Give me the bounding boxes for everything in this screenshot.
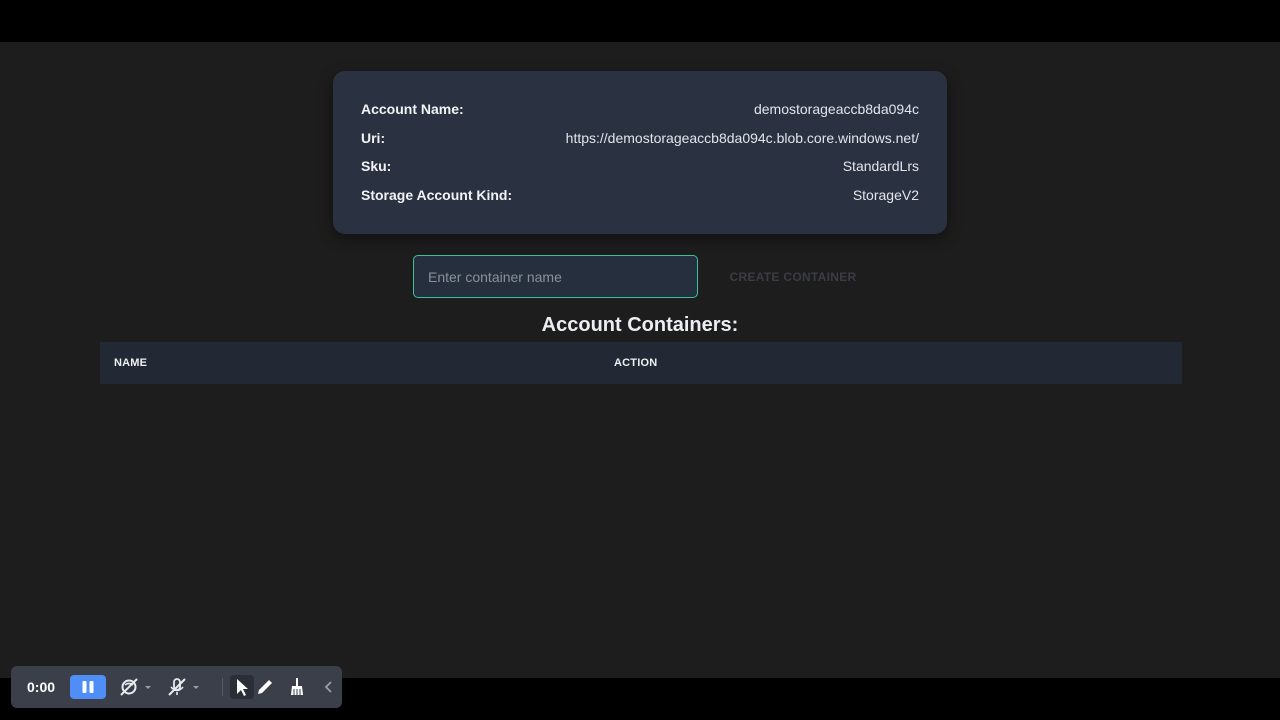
- account-name-label: Account Name:: [361, 101, 464, 118]
- collapse-toolbar-button[interactable]: [319, 675, 339, 699]
- microphone-toggle-button[interactable]: [165, 675, 203, 699]
- recording-toolbar: 0:00: [11, 666, 342, 708]
- create-container-form: CREATE CONTAINER: [413, 255, 873, 298]
- containers-title: Account Containers:: [541, 314, 739, 336]
- container-name-input[interactable]: [413, 255, 698, 298]
- pen-icon: [258, 680, 272, 694]
- sku-label: Sku:: [361, 158, 392, 175]
- column-header-name: NAME: [114, 357, 148, 369]
- account-kind-row: Storage Account Kind: StorageV2: [361, 181, 919, 210]
- sku-row: Sku: StandardLrs: [361, 152, 919, 181]
- account-info-card: Account Name: demostorageaccb8da094c Uri…: [333, 71, 947, 234]
- sku-value: StandardLrs: [842, 158, 919, 175]
- chevron-left-icon: [324, 681, 332, 693]
- containers-table: NAME ACTION: [100, 342, 1182, 384]
- pen-tool-button[interactable]: [253, 675, 277, 699]
- account-kind-label: Storage Account Kind:: [361, 186, 513, 203]
- recording-timer: 0:00: [27, 679, 56, 695]
- uri-row: Uri: https://demostorageaccb8da094c.blob…: [361, 124, 919, 153]
- broom-icon: [291, 678, 303, 695]
- mic-off-icon: [168, 678, 199, 696]
- uri-value: https://demostorageaccb8da094c.blob.core…: [565, 129, 919, 146]
- account-kind-value: StorageV2: [852, 186, 919, 203]
- pointer-tool-button[interactable]: [230, 675, 254, 699]
- camera-off-icon: [120, 678, 151, 696]
- app-viewport: Account Name: demostorageaccb8da094c Uri…: [0, 42, 1280, 708]
- uri-label: Uri:: [361, 129, 386, 146]
- column-header-action: ACTION: [614, 357, 658, 369]
- toolbar-divider: [222, 678, 223, 696]
- camera-toggle-button[interactable]: [117, 675, 155, 699]
- clear-tool-button[interactable]: [285, 675, 309, 699]
- create-container-button[interactable]: CREATE CONTAINER: [713, 255, 873, 298]
- account-name-row: Account Name: demostorageaccb8da094c: [361, 95, 919, 124]
- pause-icon: [82, 681, 94, 693]
- pause-button[interactable]: [70, 675, 106, 699]
- account-name-value: demostorageaccb8da094c: [753, 101, 919, 118]
- pointer-icon: [237, 679, 248, 696]
